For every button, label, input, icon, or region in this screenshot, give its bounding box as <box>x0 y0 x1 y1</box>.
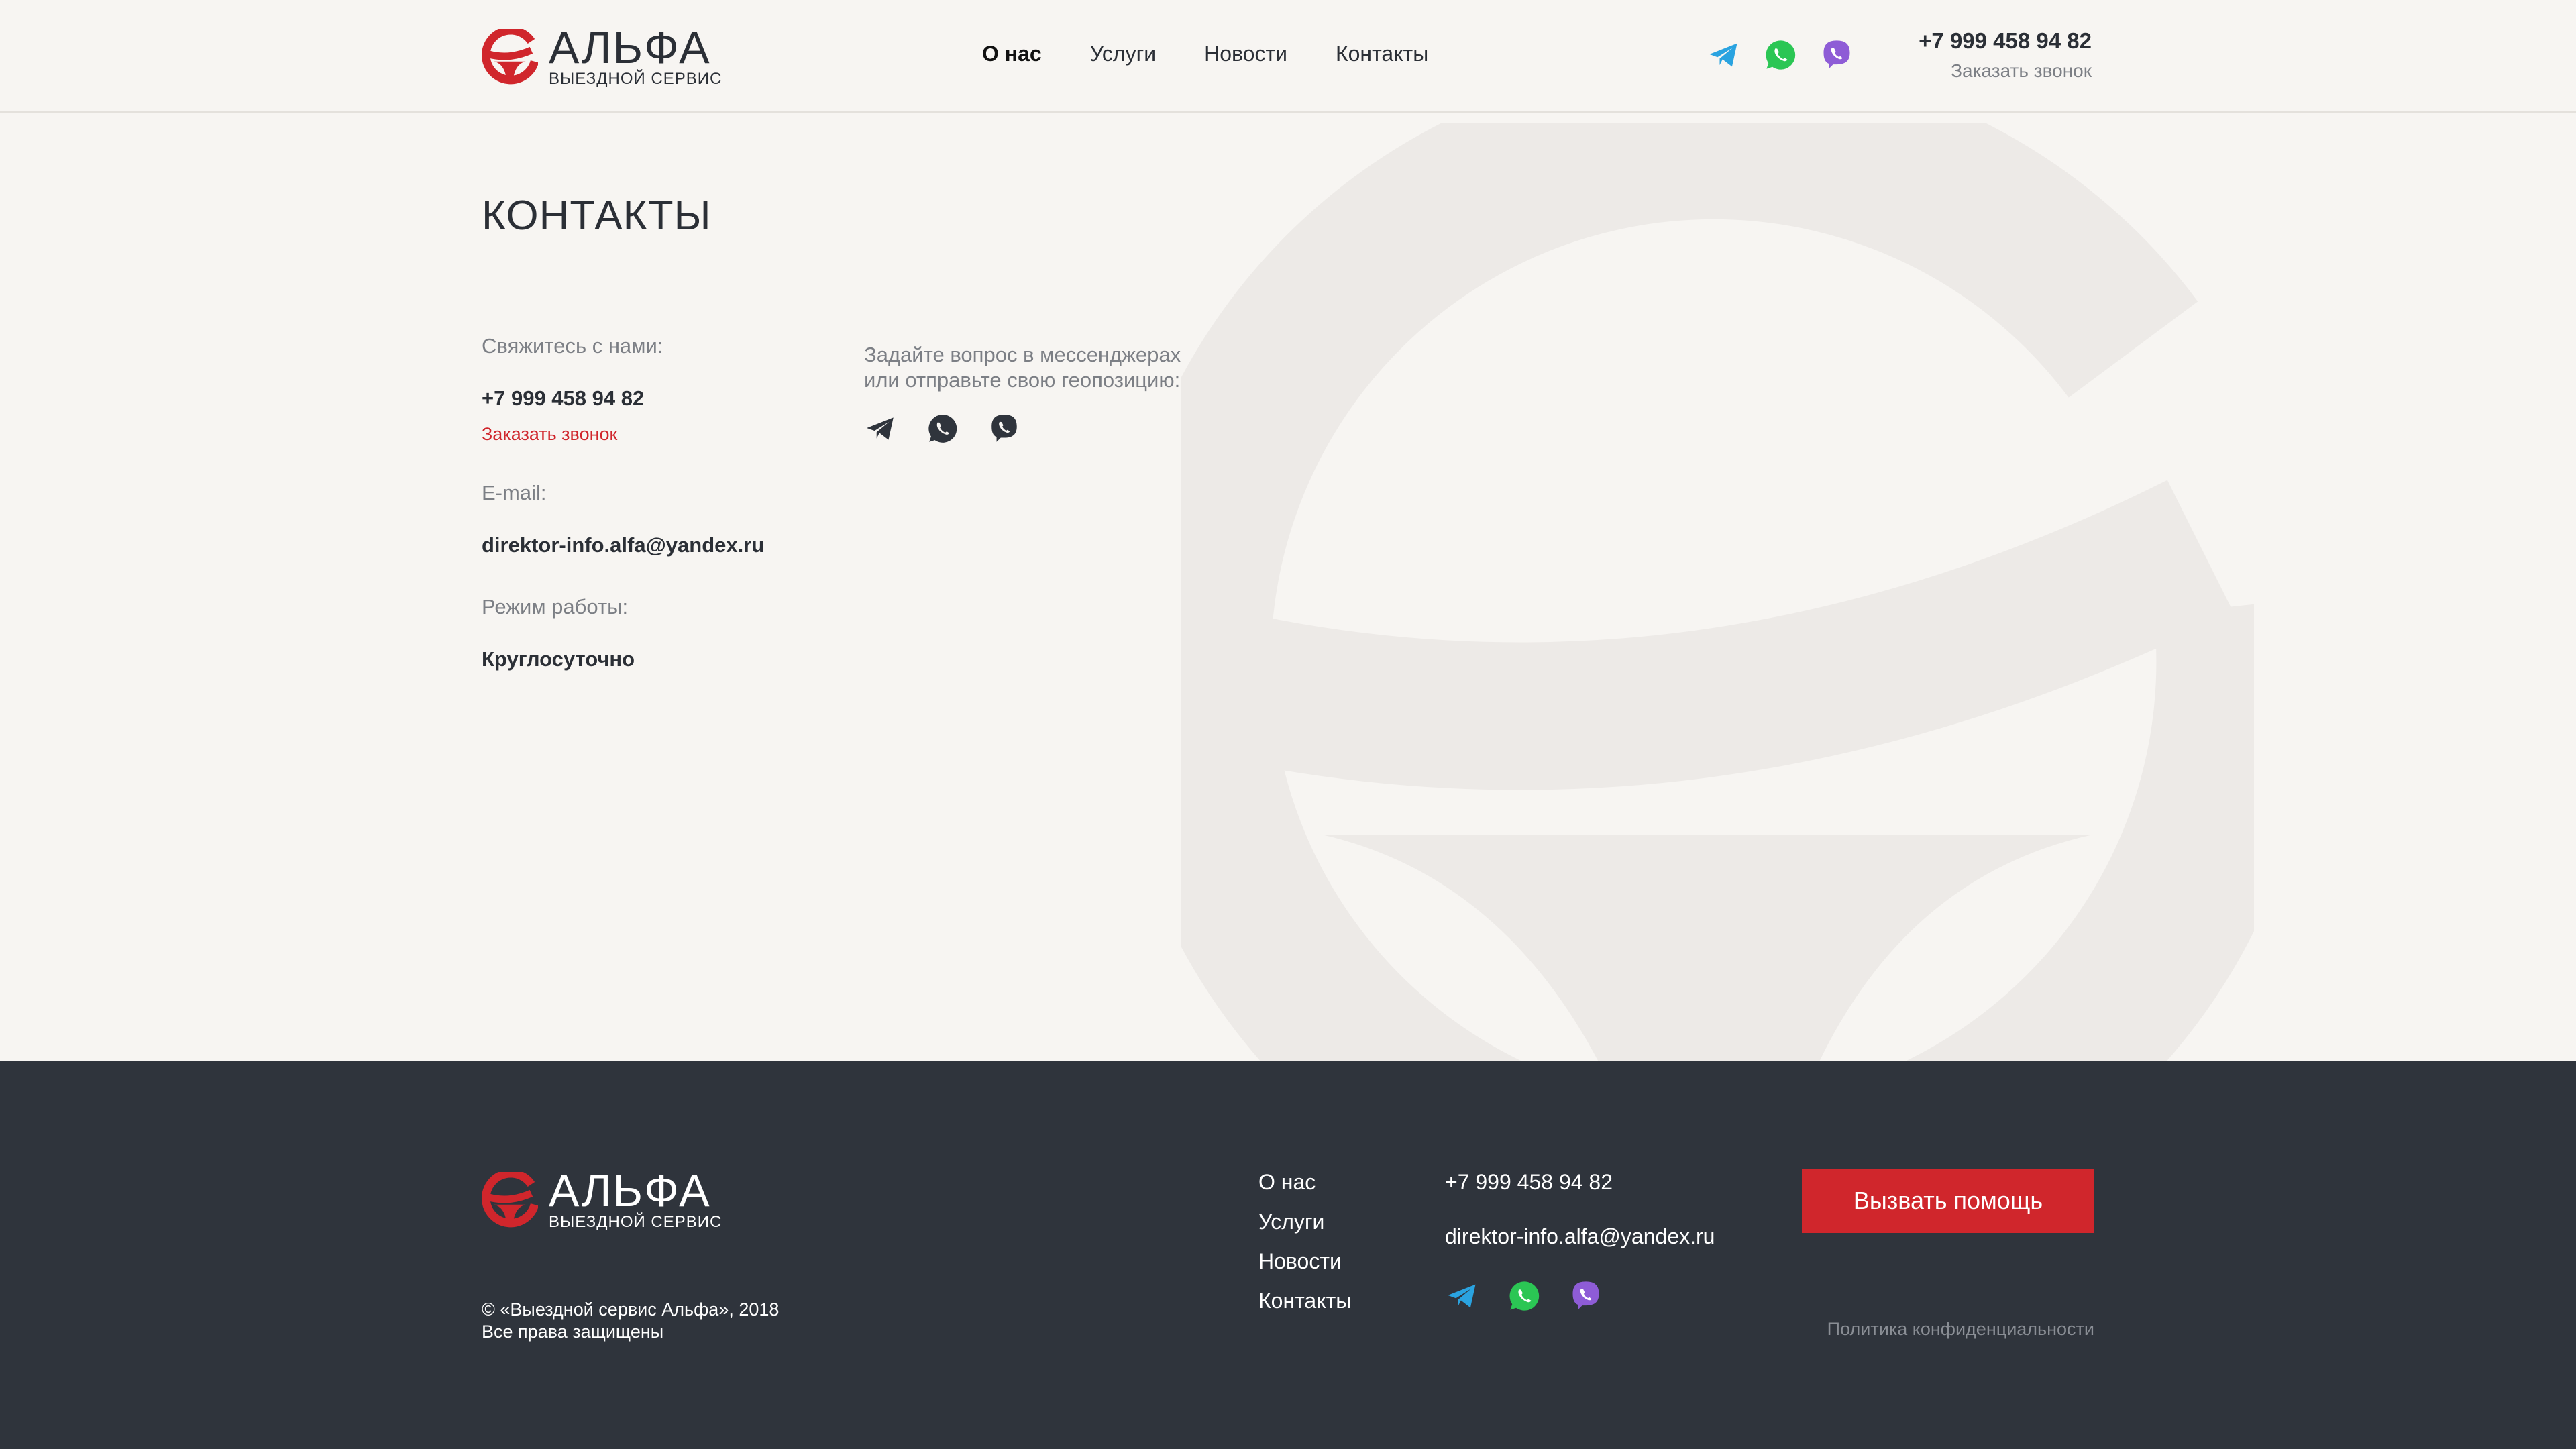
privacy-policy-link[interactable]: Политика конфиденциальности <box>1827 1319 2094 1340</box>
footer-logo[interactable]: АЛЬФА ВЫЕЗДНОЙ СЕРВИС <box>482 1165 722 1232</box>
messenger-block: Задайте вопрос в мессенджерах или отправ… <box>864 334 1240 445</box>
working-hours: Круглосуточно <box>482 647 635 671</box>
whatsapp-icon[interactable] <box>1507 1279 1542 1313</box>
whatsapp-icon[interactable] <box>926 412 959 445</box>
footer-nav: О нас Услуги Новости Контакты <box>1258 1170 1351 1328</box>
contact-email[interactable]: direktor-info.alfa@yandex.ru <box>482 533 764 557</box>
nav-item-contacts[interactable]: Контакты <box>1336 42 1428 66</box>
telegram-icon[interactable] <box>864 412 898 445</box>
contacts-section: КОНТАКТЫ Свяжитесь с нами: +7 999 458 94… <box>0 113 2576 1061</box>
messenger-icons <box>864 412 1240 445</box>
copyright-line2: Все права защищены <box>482 1322 664 1342</box>
header-messengers <box>1707 38 1876 72</box>
viber-icon[interactable] <box>1819 38 1854 72</box>
header-logo[interactable]: АЛЬФА ВЫЕЗДНОЙ СЕРВИС <box>482 25 722 89</box>
footer-nav-contacts[interactable]: Контакты <box>1258 1289 1351 1313</box>
contact-label: Свяжитесь с нами: <box>482 334 663 358</box>
site-header: АЛЬФА ВЫЕЗДНОЙ СЕРВИС О нас Услуги Новос… <box>0 0 2576 113</box>
telegram-icon[interactable] <box>1707 38 1741 72</box>
logo-name: АЛЬФА <box>549 1165 711 1216</box>
steering-wheel-logo-icon <box>482 29 538 85</box>
logo-tagline: ВЫЕЗДНОЙ СЕРВИС <box>549 1213 722 1231</box>
logo-name: АЛЬФА <box>549 22 711 73</box>
footer-nav-services[interactable]: Услуги <box>1258 1210 1351 1234</box>
contact-phone[interactable]: +7 999 458 94 82 <box>482 386 764 411</box>
page-title: КОНТАКТЫ <box>482 193 712 239</box>
contact-details: Свяжитесь с нами: +7 999 458 94 82 Заказ… <box>482 334 764 672</box>
email-label: E-mail: <box>482 481 547 504</box>
header-phone[interactable]: +7 999 458 94 82 <box>1919 28 2092 54</box>
site-footer: АЛЬФА ВЫЕЗДНОЙ СЕРВИС © «Выездной сервис… <box>0 1061 2576 1449</box>
footer-nav-about[interactable]: О нас <box>1258 1170 1351 1195</box>
nav-item-services[interactable]: Услуги <box>1090 42 1156 66</box>
hours-label: Режим работы: <box>482 595 629 619</box>
main-nav: О нас Услуги Новости Контакты <box>982 42 1477 66</box>
steering-wheel-logo-icon <box>482 1172 538 1228</box>
header-contact: +7 999 458 94 82 Заказать звонок <box>1919 28 2092 82</box>
header-callback-link[interactable]: Заказать звонок <box>1919 60 2092 82</box>
call-help-button[interactable]: Вызвать помощь <box>1802 1169 2094 1233</box>
nav-item-about[interactable]: О нас <box>982 42 1042 66</box>
logo-tagline: ВЫЕЗДНОЙ СЕРВИС <box>549 70 722 88</box>
messenger-prompt-line1: Задайте вопрос в мессенджерах <box>864 343 1181 366</box>
telegram-icon[interactable] <box>1445 1279 1480 1313</box>
whatsapp-icon[interactable] <box>1763 38 1798 72</box>
steering-wheel-watermark-icon <box>1181 123 2254 1061</box>
messenger-prompt-line2: или отправьте свою геопозицию: <box>864 368 1181 392</box>
nav-item-news[interactable]: Новости <box>1204 42 1287 66</box>
footer-phone[interactable]: +7 999 458 94 82 <box>1445 1170 1715 1195</box>
footer-nav-news[interactable]: Новости <box>1258 1249 1351 1274</box>
footer-contacts: +7 999 458 94 82 direktor-info.alfa@yand… <box>1445 1170 1715 1313</box>
viber-icon[interactable] <box>987 412 1021 445</box>
footer-messengers <box>1445 1279 1715 1313</box>
copyright: © «Выездной сервис Альфа», 2018 Все прав… <box>482 1299 779 1343</box>
footer-email[interactable]: direktor-info.alfa@yandex.ru <box>1445 1224 1715 1249</box>
callback-link[interactable]: Заказать звонок <box>482 424 764 445</box>
copyright-line1: © «Выездной сервис Альфа», 2018 <box>482 1299 780 1320</box>
viber-icon[interactable] <box>1568 1279 1603 1313</box>
